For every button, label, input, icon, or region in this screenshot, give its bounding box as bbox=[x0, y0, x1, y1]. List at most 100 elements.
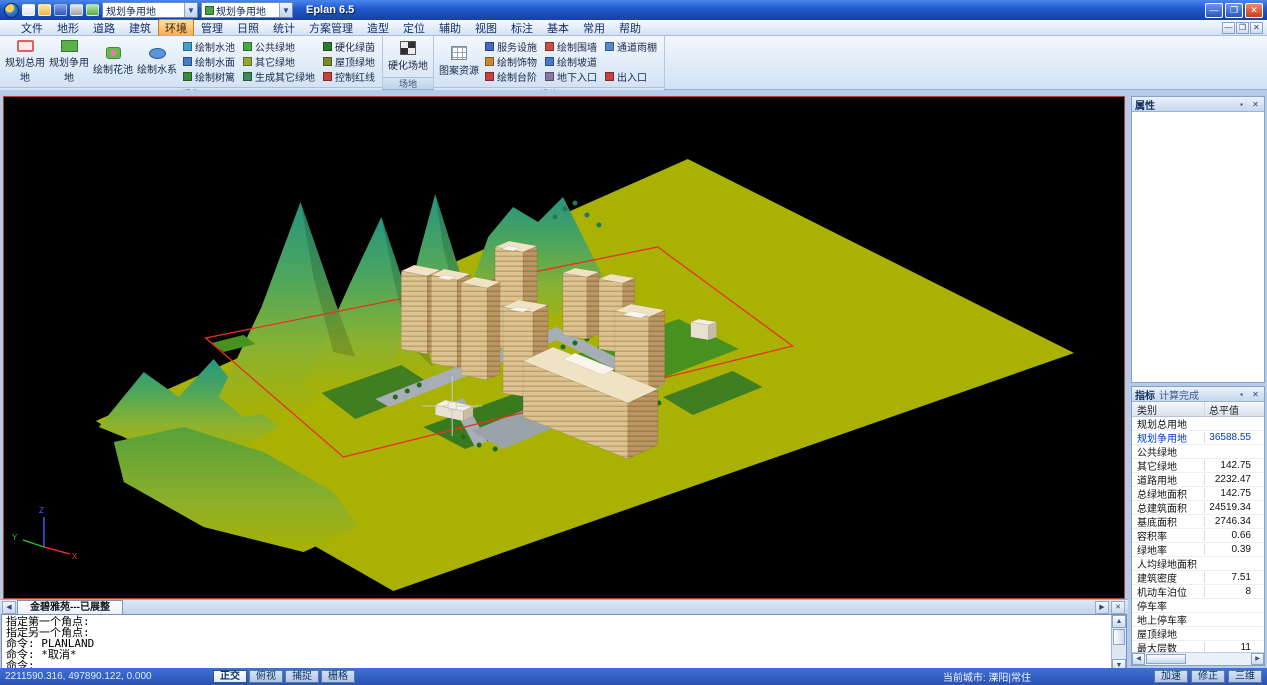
land-type-combo-left[interactable]: 规划争用地 ▼ bbox=[102, 2, 198, 18]
ribbon-tool[interactable]: 出入口 bbox=[605, 69, 657, 84]
column-header-total[interactable]: 总平值 bbox=[1204, 402, 1254, 417]
close-icon[interactable]: ✕ bbox=[1250, 99, 1261, 110]
ribbon-tool[interactable]: 服务设施 bbox=[485, 39, 537, 54]
menu-item[interactable]: 基本 bbox=[540, 19, 576, 37]
tool-plan-net-land[interactable]: 规划争用地 bbox=[47, 37, 91, 86]
ribbon-tool[interactable]: 硬化绿茵 bbox=[323, 39, 375, 54]
table-row[interactable]: 公共绿地 bbox=[1132, 445, 1264, 459]
command-scrollbar[interactable]: ▲ ▼ bbox=[1111, 615, 1126, 668]
chevron-down-icon[interactable]: ▼ bbox=[279, 3, 292, 17]
ribbon-tool[interactable]: 绘制水池 bbox=[183, 39, 235, 54]
pin-icon[interactable]: ▪ bbox=[1236, 99, 1247, 110]
table-row[interactable]: 建筑密度 7.51 bbox=[1132, 571, 1264, 585]
close-icon[interactable]: ✕ bbox=[1250, 389, 1261, 400]
scroll-right-icon[interactable]: ▶ bbox=[1251, 653, 1264, 665]
status-toggle-button[interactable]: 捕捉 bbox=[285, 670, 319, 683]
table-row[interactable]: 基底面积 2746.34 bbox=[1132, 515, 1264, 529]
ribbon-tool[interactable]: 绘制坡道 bbox=[545, 54, 597, 69]
document-tab[interactable]: 金碧雅苑---已展整 bbox=[17, 600, 123, 614]
table-row[interactable]: 总绿地面积 142.75 bbox=[1132, 487, 1264, 501]
ribbon-tool[interactable]: 生成其它绿地 bbox=[243, 69, 315, 84]
menu-item[interactable]: 方案管理 bbox=[302, 19, 360, 37]
tool-draw-flowerbed[interactable]: 绘制花池 bbox=[91, 37, 135, 86]
tab-close-icon[interactable]: ✕ bbox=[1111, 601, 1125, 614]
column-header-category[interactable]: 类别 bbox=[1132, 402, 1204, 417]
print-icon[interactable] bbox=[70, 4, 83, 16]
menu-item[interactable]: 文件 bbox=[14, 19, 50, 37]
menu-item[interactable]: 统计 bbox=[266, 19, 302, 37]
ribbon-tool[interactable]: 公共绿地 bbox=[243, 39, 315, 54]
tool-plan-total-land[interactable]: 规划总用地 bbox=[3, 37, 47, 86]
mdi-minimize-button[interactable]: — bbox=[1222, 22, 1235, 34]
mdi-close-button[interactable]: ✕ bbox=[1250, 22, 1263, 34]
land-type-combo-right[interactable]: 规划争用地 ▼ bbox=[201, 2, 293, 18]
viewport-3d[interactable]: Z X Y bbox=[3, 96, 1125, 599]
scroll-up-icon[interactable]: ▲ bbox=[1112, 615, 1126, 628]
menu-item[interactable]: 建筑 bbox=[122, 19, 158, 37]
menu-item[interactable]: 管理 bbox=[194, 19, 230, 37]
menu-item[interactable]: 标注 bbox=[504, 19, 540, 37]
tab-scroll-left-icon[interactable]: ◀ bbox=[2, 601, 16, 614]
ribbon-tool[interactable]: 绘制饰物 bbox=[485, 54, 537, 69]
ribbon-tool[interactable]: 其它绿地 bbox=[243, 54, 315, 69]
tab-scroll-right-icon[interactable]: ▶ bbox=[1095, 601, 1109, 614]
ribbon-tool[interactable]: 绘制水面 bbox=[183, 54, 235, 69]
table-row[interactable]: 最大层数 11 bbox=[1132, 641, 1264, 652]
table-row[interactable]: 规划争用地 36588.55 bbox=[1132, 431, 1264, 445]
command-line-input[interactable]: 指定第一个角点: 指定另一个角点: 命令: PLANLAND 命令: *取消* … bbox=[2, 615, 1111, 668]
status-mode-button[interactable]: 修正 bbox=[1191, 670, 1225, 683]
new-file-icon[interactable] bbox=[22, 4, 35, 16]
menu-item[interactable]: 帮助 bbox=[612, 19, 648, 37]
table-row[interactable]: 屋顶绿地 bbox=[1132, 627, 1264, 641]
indicators-hscrollbar[interactable]: ◀ ▶ bbox=[1132, 652, 1264, 665]
viewport-3d-scene[interactable]: Z X Y bbox=[4, 97, 1124, 598]
menu-item[interactable]: 辅助 bbox=[432, 19, 468, 37]
table-row[interactable]: 人均绿地面积 bbox=[1132, 557, 1264, 571]
ribbon-tool[interactable]: 控制红线 bbox=[323, 69, 375, 84]
menu-item[interactable]: 造型 bbox=[360, 19, 396, 37]
menu-item[interactable]: 环境 bbox=[158, 19, 194, 37]
status-toggle-button[interactable]: 正交 bbox=[213, 670, 247, 683]
tool-draw-water-system[interactable]: 绘制水系 bbox=[135, 37, 179, 86]
scroll-left-icon[interactable]: ◀ bbox=[1132, 653, 1145, 665]
properties-panel-body[interactable] bbox=[1132, 112, 1264, 382]
scroll-down-icon[interactable]: ▼ bbox=[1112, 659, 1126, 668]
ribbon-tool[interactable]: 通道雨棚 bbox=[605, 39, 657, 54]
menu-item[interactable]: 定位 bbox=[396, 19, 432, 37]
table-row[interactable]: 容积率 0.66 bbox=[1132, 529, 1264, 543]
tool-hard-site[interactable]: 硬化场地 bbox=[386, 37, 430, 76]
table-row[interactable]: 其它绿地 142.75 bbox=[1132, 459, 1264, 473]
scrollbar-thumb[interactable] bbox=[1146, 654, 1186, 664]
menu-item[interactable]: 地形 bbox=[50, 19, 86, 37]
cursor-coordinates[interactable]: 2211590.316, 497890.122, 0.000 bbox=[5, 671, 210, 682]
maximize-button[interactable]: ❐ bbox=[1225, 3, 1243, 18]
chevron-down-icon[interactable]: ▼ bbox=[184, 3, 197, 17]
menu-item[interactable]: 常用 bbox=[576, 19, 612, 37]
status-mode-button[interactable]: 加速 bbox=[1154, 670, 1188, 683]
minimize-button[interactable]: — bbox=[1205, 3, 1223, 18]
menu-item[interactable]: 道路 bbox=[86, 19, 122, 37]
save-file-icon[interactable] bbox=[54, 4, 67, 16]
open-file-icon[interactable] bbox=[38, 4, 51, 16]
ribbon-tool[interactable]: 屋顶绿地 bbox=[323, 54, 375, 69]
table-row[interactable]: 道路用地 2232.47 bbox=[1132, 473, 1264, 487]
ribbon-tool[interactable]: 绘制树篱 bbox=[183, 69, 235, 84]
status-mode-button[interactable]: 三维 bbox=[1228, 670, 1262, 683]
status-toggle-button[interactable]: 栅格 bbox=[321, 670, 355, 683]
ribbon-tool[interactable]: 地下入口 bbox=[545, 69, 597, 84]
tool-pattern-resource[interactable]: 图案资源 bbox=[437, 37, 481, 86]
table-row[interactable]: 总建筑面积 24519.34 bbox=[1132, 501, 1264, 515]
close-button[interactable]: ✕ bbox=[1245, 3, 1263, 18]
table-row[interactable]: 规划总用地 bbox=[1132, 417, 1264, 431]
status-toggle-button[interactable]: 俯视 bbox=[249, 670, 283, 683]
table-row[interactable]: 停车率 bbox=[1132, 599, 1264, 613]
mdi-restore-button[interactable]: ❐ bbox=[1236, 22, 1249, 34]
pin-icon[interactable]: ▪ bbox=[1236, 389, 1247, 400]
scrollbar-thumb[interactable] bbox=[1113, 629, 1125, 645]
menu-item[interactable]: 日照 bbox=[230, 19, 266, 37]
app-logo-icon[interactable] bbox=[4, 3, 19, 18]
table-row[interactable]: 绿地率 0.39 bbox=[1132, 543, 1264, 557]
undo-icon[interactable] bbox=[86, 4, 99, 16]
ribbon-tool[interactable]: 绘制围墙 bbox=[545, 39, 597, 54]
table-row[interactable]: 地上停车率 bbox=[1132, 613, 1264, 627]
